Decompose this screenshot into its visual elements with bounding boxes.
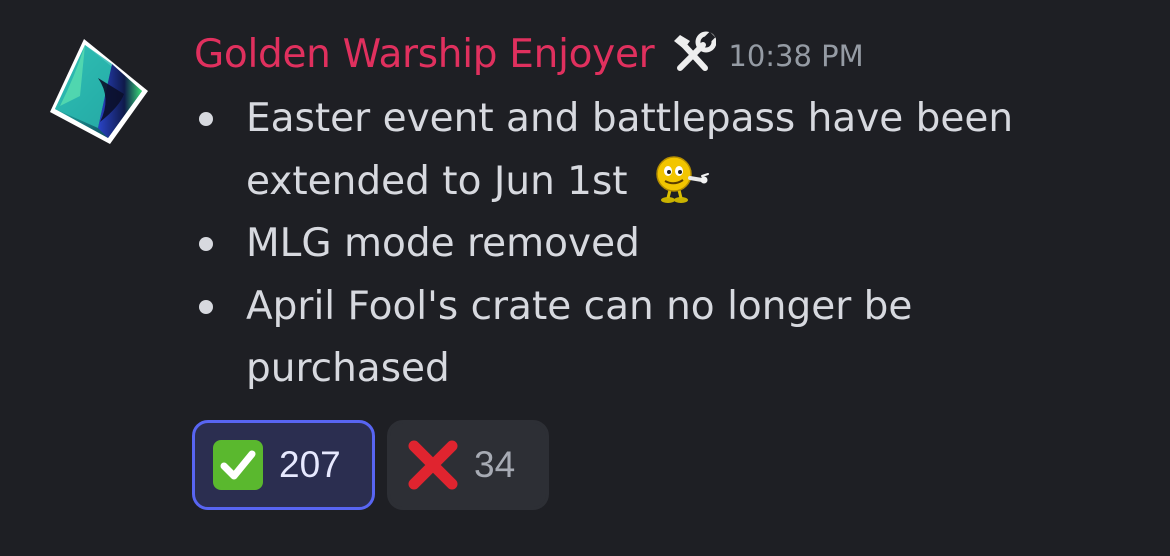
list-item: April Fool's crate can no longer be purc…: [196, 276, 1096, 401]
pointing-smiley-emoji[interactable]: [648, 152, 710, 204]
reaction-count: 207: [279, 444, 341, 485]
check-mark-icon: [213, 440, 263, 490]
list-item-text: MLG mode removed: [246, 221, 640, 266]
timestamp: 10:38 PM: [728, 39, 864, 73]
cross-mark-icon: [408, 440, 458, 490]
message-header: Golden Warship Enjoyer 10:38 PM: [194, 26, 864, 82]
bullet-dot: [199, 112, 213, 126]
hammer-and-wrench-icon[interactable]: [670, 31, 717, 77]
reaction-cross-button[interactable]: 34: [387, 420, 549, 510]
reaction-bar: 207 34: [192, 420, 549, 510]
avatar[interactable]: [40, 36, 152, 148]
list-item: MLG mode removed: [196, 213, 1096, 276]
reaction-check-button[interactable]: 207: [192, 420, 375, 510]
username[interactable]: Golden Warship Enjoyer: [194, 32, 655, 77]
message-content: Easter event and battlepass have been ex…: [196, 88, 1096, 401]
list-item-text: April Fool's crate can no longer be purc…: [246, 283, 913, 392]
bullet-dot: [199, 299, 213, 314]
list-item: Easter event and battlepass have been ex…: [196, 88, 1096, 213]
bullet-dot: [199, 237, 213, 251]
reaction-count: 34: [474, 444, 516, 485]
list-item-text: Easter event and battlepass have been ex…: [246, 96, 1014, 204]
